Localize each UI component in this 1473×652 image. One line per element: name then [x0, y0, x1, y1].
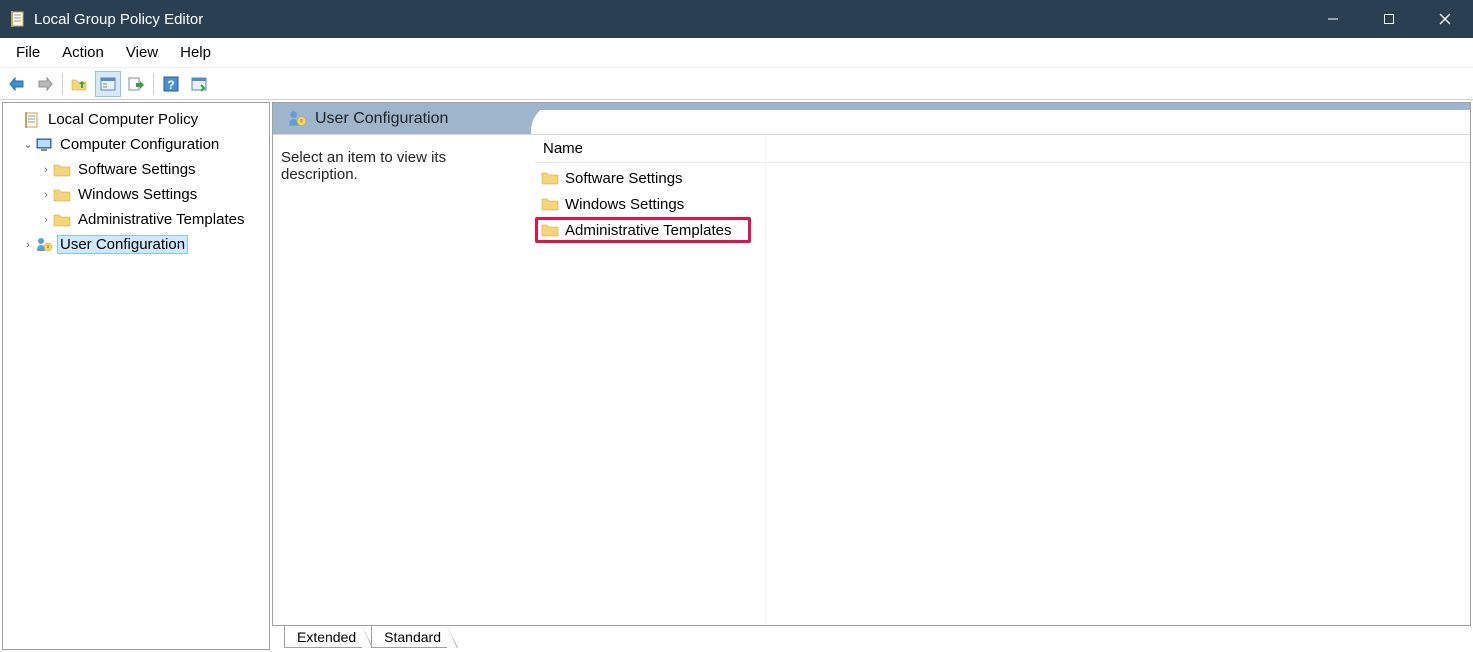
back-button[interactable]	[4, 71, 30, 97]
menu-view[interactable]: View	[118, 42, 166, 63]
tab-extended[interactable]: Extended	[284, 626, 362, 648]
menubar: File Action View Help	[0, 38, 1473, 68]
user-icon	[35, 236, 53, 254]
folder-icon	[541, 196, 559, 212]
toolbar-separator	[153, 73, 154, 95]
expand-icon[interactable]: ›	[39, 164, 53, 176]
expand-icon[interactable]: ›	[21, 239, 35, 251]
folder-icon	[53, 211, 71, 229]
list-header[interactable]: Name	[535, 135, 1470, 163]
tree-software-settings[interactable]: › Software Settings	[3, 157, 269, 182]
tree-label: Windows Settings	[75, 185, 200, 204]
folder-icon	[541, 170, 559, 186]
tab-standard[interactable]: Standard	[371, 626, 447, 648]
menu-action[interactable]: Action	[54, 42, 112, 63]
tree-label: User Configuration	[57, 235, 188, 254]
help-button[interactable]	[158, 71, 184, 97]
computer-icon	[35, 136, 53, 154]
menu-file[interactable]: File	[8, 42, 48, 63]
folder-icon	[53, 186, 71, 204]
tree-root-label: Local Computer Policy	[45, 110, 201, 129]
list-item-administrative-templates[interactable]: Administrative Templates	[535, 217, 751, 243]
column-name[interactable]: Name	[543, 140, 753, 157]
export-button[interactable]	[123, 71, 149, 97]
list-pane[interactable]: Name Software Settings Windows Settings	[535, 135, 1470, 625]
expand-icon[interactable]: ›	[39, 189, 53, 201]
menu-help[interactable]: Help	[172, 42, 219, 63]
tree-computer-configuration[interactable]: ⌄ Computer Configuration	[3, 132, 269, 157]
tree-label: Computer Configuration	[57, 135, 222, 154]
list-item-label: Administrative Templates	[565, 222, 731, 239]
notepad-icon	[23, 111, 41, 129]
list-item-label: Windows Settings	[565, 196, 684, 213]
content-pane: User Configuration Select an item to vie…	[272, 102, 1471, 626]
forward-button[interactable]	[32, 71, 58, 97]
content-header: User Configuration	[273, 103, 1470, 135]
description-pane: Select an item to view its description.	[273, 135, 535, 625]
toolbar-separator	[62, 73, 63, 95]
properties-button[interactable]	[95, 71, 121, 97]
list-item-software-settings[interactable]: Software Settings	[535, 165, 1470, 191]
description-text: Select an item to view its description.	[281, 149, 446, 183]
collapse-icon[interactable]: ⌄	[21, 138, 35, 151]
list-item-windows-settings[interactable]: Windows Settings	[535, 191, 1470, 217]
bottom-tabs: Extended Standard	[272, 626, 1471, 650]
tree-administrative-templates[interactable]: › Administrative Templates	[3, 207, 269, 232]
expand-icon[interactable]: ›	[39, 214, 53, 226]
folder-icon	[53, 161, 71, 179]
tree-pane[interactable]: Local Computer Policy ⌄ Computer Configu…	[2, 102, 270, 650]
up-button[interactable]	[67, 71, 93, 97]
maximize-button[interactable]	[1361, 0, 1417, 38]
tree-label: Administrative Templates	[75, 210, 247, 229]
taskpad-button[interactable]	[186, 71, 212, 97]
list-item-label: Software Settings	[565, 170, 683, 187]
tree-user-configuration[interactable]: › User Configuration	[3, 232, 269, 257]
content-title: User Configuration	[315, 110, 448, 128]
tree-windows-settings[interactable]: › Windows Settings	[3, 182, 269, 207]
close-button[interactable]	[1417, 0, 1473, 38]
minimize-button[interactable]	[1305, 0, 1361, 38]
titlebar: Local Group Policy Editor	[0, 0, 1473, 38]
folder-icon	[541, 222, 559, 238]
toolbar	[0, 68, 1473, 100]
user-icon	[287, 109, 307, 129]
tree-root[interactable]: Local Computer Policy	[3, 107, 269, 132]
window-title: Local Group Policy Editor	[34, 11, 203, 28]
window-controls	[1305, 0, 1473, 38]
app-icon	[10, 10, 26, 28]
tree-label: Software Settings	[75, 160, 199, 179]
